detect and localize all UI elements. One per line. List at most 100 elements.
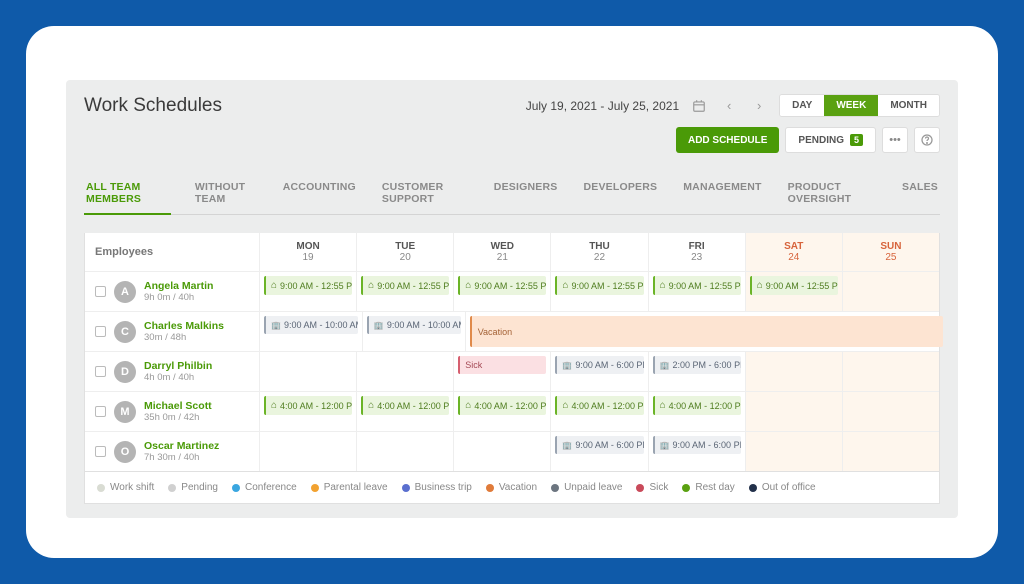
shift-block[interactable]: 9:00 AM - 12:55 PM: [750, 276, 838, 295]
home-icon: [562, 280, 568, 291]
employee-hours: 7h 30m / 40h: [144, 452, 219, 463]
schedule-cell[interactable]: [843, 392, 939, 431]
schedule-cell[interactable]: 9:00 AM - 6:00 PM: [649, 432, 746, 471]
shift-block[interactable]: 9:00 AM - 6:00 PM: [555, 436, 643, 454]
schedule-cell[interactable]: 9:00 AM - 6:00 PM: [551, 352, 648, 391]
calendar-icon[interactable]: [689, 96, 709, 116]
schedule-cell[interactable]: [357, 432, 454, 471]
schedule-cell[interactable]: Vacation: [466, 312, 939, 351]
toolbar: ADD SCHEDULE PENDING 5 •••: [84, 127, 940, 153]
tab-all-team-members[interactable]: ALL TEAM MEMBERS: [84, 173, 171, 215]
avatar: D: [114, 361, 136, 383]
schedule-cell[interactable]: 9:00 AM - 6:00 PM: [551, 432, 648, 471]
tab-customer-support[interactable]: CUSTOMER SUPPORT: [380, 173, 470, 214]
schedule-cell[interactable]: [454, 432, 551, 471]
schedule-cell[interactable]: 4:00 AM - 12:00 PM: [551, 392, 648, 431]
shift-block[interactable]: 9:00 AM - 10:00 AM: [367, 316, 461, 334]
tab-product-oversight[interactable]: PRODUCT OVERSIGHT: [786, 173, 878, 214]
legend-label: Conference: [245, 482, 297, 493]
tab-management[interactable]: MANAGEMENT: [681, 173, 763, 214]
legend-item: Pending: [168, 482, 218, 493]
schedule-cell[interactable]: 9:00 AM - 12:55 PM: [551, 272, 648, 311]
schedule-cell[interactable]: 2:00 PM - 6:00 PM: [649, 352, 746, 391]
view-day[interactable]: DAY: [780, 95, 824, 116]
schedule-cell[interactable]: 9:00 AM - 12:55 PM: [649, 272, 746, 311]
legend-item: Rest day: [682, 482, 734, 493]
app-card: Work Schedules July 19, 2021 - July 25, …: [26, 26, 998, 558]
shift-block[interactable]: 4:00 AM - 12:00 PM: [361, 396, 449, 415]
schedule-cell[interactable]: [746, 392, 843, 431]
avatar: M: [114, 401, 136, 423]
schedule-cell[interactable]: [357, 352, 454, 391]
schedule-cell[interactable]: 4:00 AM - 12:00 PM: [260, 392, 357, 431]
employee-name[interactable]: Charles Malkins: [144, 320, 224, 332]
shift-block[interactable]: Sick: [458, 356, 546, 374]
add-schedule-button[interactable]: ADD SCHEDULE: [676, 127, 779, 153]
schedule-cell[interactable]: [843, 272, 939, 311]
employee-checkbox[interactable]: [95, 406, 106, 417]
employee-cell: MMichael Scott35h 0m / 42h: [85, 392, 260, 431]
shift-block[interactable]: Vacation: [470, 316, 943, 347]
schedule-cell[interactable]: 9:00 AM - 10:00 AM: [260, 312, 363, 351]
shift-block[interactable]: 9:00 AM - 12:55 PM: [653, 276, 741, 295]
shift-block[interactable]: 9:00 AM - 12:55 PM: [555, 276, 643, 295]
employee-name[interactable]: Michael Scott: [144, 400, 212, 412]
schedule-cell[interactable]: [746, 432, 843, 471]
view-week[interactable]: WEEK: [824, 95, 878, 116]
shift-block[interactable]: 9:00 AM - 10:00 AM: [264, 316, 358, 334]
employee-checkbox[interactable]: [95, 366, 106, 377]
next-week-button[interactable]: ›: [749, 96, 769, 116]
shift-block[interactable]: 2:00 PM - 6:00 PM: [653, 356, 741, 374]
schedule-cell[interactable]: [746, 352, 843, 391]
shift-block[interactable]: 4:00 AM - 12:00 PM: [555, 396, 643, 415]
schedule-cell[interactable]: 9:00 AM - 12:55 PM: [357, 272, 454, 311]
shift-block[interactable]: 9:00 AM - 12:55 PM: [361, 276, 449, 295]
avatar: O: [114, 441, 136, 463]
shift-block[interactable]: 9:00 AM - 12:55 PM: [264, 276, 352, 295]
shift-block[interactable]: 9:00 AM - 6:00 PM: [653, 436, 741, 454]
schedule-cell[interactable]: [260, 432, 357, 471]
tab-designers[interactable]: DESIGNERS: [492, 173, 560, 214]
shift-label: Sick: [465, 360, 482, 370]
legend-label: Work shift: [110, 482, 154, 493]
home-icon: [465, 400, 471, 411]
view-month[interactable]: MONTH: [878, 95, 939, 116]
avatar: A: [114, 281, 136, 303]
employee-name[interactable]: Darryl Philbin: [144, 360, 212, 372]
schedule-cell[interactable]: 4:00 AM - 12:00 PM: [357, 392, 454, 431]
schedule-cell[interactable]: 9:00 AM - 12:55 PM: [454, 272, 551, 311]
schedule-cell[interactable]: [843, 432, 939, 471]
tab-accounting[interactable]: ACCOUNTING: [281, 173, 358, 214]
employee-row: DDarryl Philbin4h 0m / 40hSick9:00 AM - …: [85, 352, 939, 392]
employee-name[interactable]: Angela Martin: [144, 280, 213, 292]
schedule-cell[interactable]: 4:00 AM - 12:00 PM: [454, 392, 551, 431]
employee-name[interactable]: Oscar Martinez: [144, 440, 219, 452]
employee-cell: AAngela Martin9h 0m / 40h: [85, 272, 260, 311]
schedule-cell[interactable]: 4:00 AM - 12:00 PM: [649, 392, 746, 431]
schedule-cell[interactable]: 9:00 AM - 12:55 PM: [260, 272, 357, 311]
help-button[interactable]: [914, 127, 940, 153]
prev-week-button[interactable]: ‹: [719, 96, 739, 116]
page-title: Work Schedules: [84, 95, 222, 117]
more-button[interactable]: •••: [882, 127, 908, 153]
tab-developers[interactable]: DEVELOPERS: [581, 173, 659, 214]
home-icon: [660, 280, 666, 291]
tab-without-team[interactable]: WITHOUT TEAM: [193, 173, 259, 214]
schedule-cell[interactable]: [260, 352, 357, 391]
shift-block[interactable]: 9:00 AM - 6:00 PM: [555, 356, 643, 374]
schedule-cell[interactable]: Sick: [454, 352, 551, 391]
schedule-cell[interactable]: 9:00 AM - 10:00 AM: [363, 312, 466, 351]
employee-cell: CCharles Malkins30m / 48h: [85, 312, 260, 351]
employee-checkbox[interactable]: [95, 286, 106, 297]
tab-sales[interactable]: SALES: [900, 173, 940, 214]
employee-checkbox[interactable]: [95, 326, 106, 337]
shift-block[interactable]: 4:00 AM - 12:00 PM: [653, 396, 741, 415]
employee-checkbox[interactable]: [95, 446, 106, 457]
legend-label: Pending: [181, 482, 218, 493]
shift-block[interactable]: 4:00 AM - 12:00 PM: [264, 396, 352, 415]
shift-block[interactable]: 4:00 AM - 12:00 PM: [458, 396, 546, 415]
schedule-cell[interactable]: [843, 352, 939, 391]
pending-button[interactable]: PENDING 5: [785, 127, 876, 153]
schedule-cell[interactable]: 9:00 AM - 12:55 PM: [746, 272, 843, 311]
shift-block[interactable]: 9:00 AM - 12:55 PM: [458, 276, 546, 295]
